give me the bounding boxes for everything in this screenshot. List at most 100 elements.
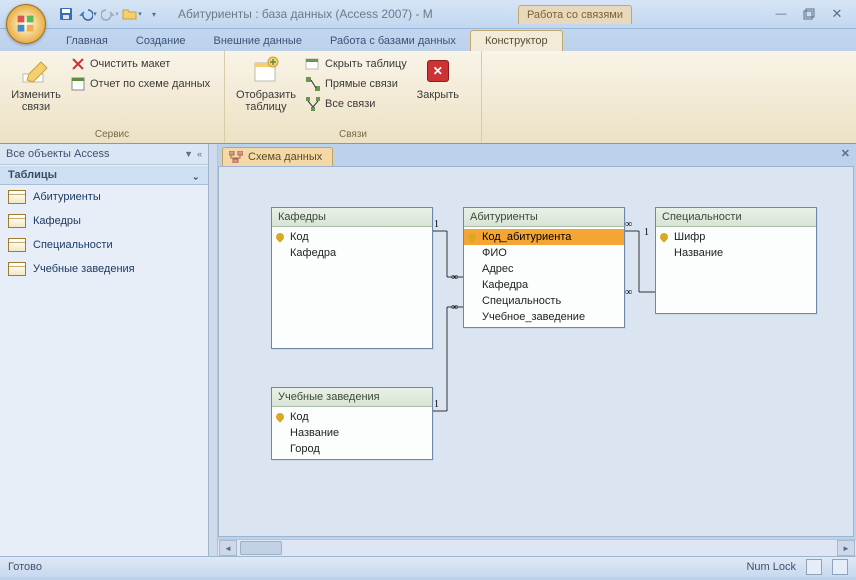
nav-collapse-icon[interactable]: « bbox=[197, 149, 202, 159]
doc-tab-schema[interactable]: Схема данных bbox=[222, 147, 333, 166]
table-icon bbox=[8, 238, 26, 252]
scroll-thumb[interactable] bbox=[240, 541, 282, 555]
report-icon bbox=[70, 76, 86, 92]
open-button[interactable]: ▾ bbox=[122, 4, 142, 24]
minimize-button[interactable]: — bbox=[772, 5, 790, 23]
view-button-1[interactable] bbox=[806, 559, 822, 575]
document-area: Схема данных ✕ 1 ∞ ∞ 1 1 ∞ ∞ Кафедры Код Ка… bbox=[218, 144, 856, 556]
field-fio[interactable]: ФИО bbox=[464, 245, 624, 261]
nav-item-abiturienty[interactable]: Абитуриенты bbox=[0, 185, 208, 209]
ribbon-group-service: Изменить связи Очистить макет Отчет по с… bbox=[0, 51, 225, 143]
table-kafedry[interactable]: Кафедры Код Кафедра bbox=[271, 207, 433, 349]
svg-text:1: 1 bbox=[434, 399, 439, 410]
table-title: Абитуриенты bbox=[464, 208, 624, 227]
tab-create[interactable]: Создание bbox=[122, 31, 200, 51]
clear-icon bbox=[70, 56, 86, 72]
schema-icon bbox=[229, 151, 243, 163]
view-button-2[interactable] bbox=[832, 559, 848, 575]
field-kod-abiturienta[interactable]: Код_абитуриента bbox=[464, 229, 624, 245]
field-specialnost[interactable]: Специальность bbox=[464, 293, 624, 309]
save-button[interactable] bbox=[56, 4, 76, 24]
svg-text:∞: ∞ bbox=[625, 287, 632, 298]
folder-open-icon bbox=[122, 7, 138, 21]
office-button[interactable] bbox=[6, 4, 46, 44]
section-collapse-icon[interactable]: ⌃ bbox=[192, 170, 200, 181]
scroll-left-button[interactable]: ◄ bbox=[219, 540, 237, 556]
field-gorod[interactable]: Город bbox=[272, 441, 432, 457]
direct-links-button[interactable]: Прямые связи bbox=[303, 74, 409, 94]
ribbon: Изменить связи Очистить макет Отчет по с… bbox=[0, 51, 856, 144]
show-table-button[interactable]: Отобразить таблицу bbox=[231, 53, 301, 128]
nav-splitter[interactable] bbox=[209, 144, 218, 556]
field-kafedra[interactable]: Кафедра bbox=[272, 245, 432, 261]
edit-relations-label: Изменить связи bbox=[8, 89, 64, 113]
status-bar: Готово Num Lock bbox=[0, 556, 856, 577]
table-specialnosti[interactable]: Специальности Шифр Название bbox=[655, 207, 817, 314]
ribbon-group-links: Отобразить таблицу Скрыть таблицу Прямые… bbox=[225, 51, 482, 143]
schema-report-button[interactable]: Отчет по схеме данных bbox=[68, 74, 212, 94]
svg-text:∞: ∞ bbox=[625, 219, 632, 230]
horizontal-scrollbar[interactable]: ◄ ► bbox=[218, 539, 856, 556]
nav-item-kafedry[interactable]: Кафедры bbox=[0, 209, 208, 233]
redo-button[interactable]: ▾ bbox=[100, 4, 120, 24]
field-adres[interactable]: Адрес bbox=[464, 261, 624, 277]
quick-access-toolbar: ▾ ▾ ▾ ▾ bbox=[56, 4, 164, 24]
contextual-tab-label: Работа со связями bbox=[518, 5, 632, 24]
undo-icon bbox=[79, 7, 93, 21]
tab-home[interactable]: Главная bbox=[52, 31, 122, 51]
direct-links-icon bbox=[305, 76, 321, 92]
table-icon bbox=[8, 214, 26, 228]
clear-layout-button[interactable]: Очистить макет bbox=[68, 54, 212, 74]
field-uchebnoe[interactable]: Учебное_заведение bbox=[464, 309, 624, 325]
ribbon-tabs: Главная Создание Внешние данные Работа с… bbox=[0, 29, 856, 51]
restore-icon bbox=[803, 8, 815, 20]
window-controls: — ✕ bbox=[772, 5, 846, 23]
svg-text:1: 1 bbox=[434, 219, 439, 230]
field-nazvanie[interactable]: Название bbox=[656, 245, 816, 261]
table-icon bbox=[8, 190, 26, 204]
status-text: Готово bbox=[8, 561, 42, 573]
table-abiturienty[interactable]: Абитуриенты Код_абитуриента ФИО Адрес Ка… bbox=[463, 207, 625, 328]
field-nazvanie[interactable]: Название bbox=[272, 425, 432, 441]
hide-table-button[interactable]: Скрыть таблицу bbox=[303, 54, 409, 74]
svg-text:∞: ∞ bbox=[451, 272, 458, 283]
close-button[interactable]: ✕ bbox=[828, 5, 846, 23]
all-links-icon bbox=[305, 96, 321, 112]
tab-design[interactable]: Конструктор bbox=[470, 30, 563, 51]
svg-text:1: 1 bbox=[644, 227, 649, 238]
relationship-canvas[interactable]: 1 ∞ ∞ 1 1 ∞ ∞ Кафедры Код Кафедра Абитуриен… bbox=[218, 166, 854, 537]
scroll-right-button[interactable]: ► bbox=[837, 540, 855, 556]
svg-text:∞: ∞ bbox=[451, 302, 458, 313]
qat-customize[interactable]: ▾ bbox=[144, 4, 164, 24]
undo-button[interactable]: ▾ bbox=[78, 4, 98, 24]
show-table-icon bbox=[251, 56, 281, 86]
field-kod[interactable]: Код bbox=[272, 229, 432, 245]
edit-relations-button[interactable]: Изменить связи bbox=[6, 53, 66, 128]
office-logo-icon bbox=[16, 14, 36, 34]
nav-section-tables[interactable]: Таблицы ⌃ bbox=[0, 165, 208, 185]
group-label-links: Связи bbox=[231, 128, 475, 141]
table-uchebnye[interactable]: Учебные заведения Код Название Город bbox=[271, 387, 433, 460]
close-x-icon: ✕ bbox=[427, 60, 449, 82]
window-title: Абитуриенты : база данных (Access 2007) … bbox=[178, 7, 518, 21]
field-kod[interactable]: Код bbox=[272, 409, 432, 425]
table-icon bbox=[8, 262, 26, 276]
edit-relations-icon bbox=[21, 56, 51, 86]
all-links-button[interactable]: Все связи bbox=[303, 94, 409, 114]
field-shifr[interactable]: Шифр bbox=[656, 229, 816, 245]
title-bar: ▾ ▾ ▾ ▾ Абитуриенты : база данных (Acces… bbox=[0, 0, 856, 29]
close-schema-button[interactable]: ✕ Закрыть bbox=[411, 53, 465, 128]
nav-filter-icon[interactable]: ▼ bbox=[184, 149, 193, 159]
numlock-indicator: Num Lock bbox=[746, 561, 796, 573]
tab-external[interactable]: Внешние данные bbox=[200, 31, 316, 51]
doc-close-button[interactable]: ✕ bbox=[841, 147, 850, 160]
nav-header[interactable]: Все объекты Access ▼« bbox=[0, 144, 208, 165]
tab-database[interactable]: Работа с базами данных bbox=[316, 31, 470, 51]
document-tabs: Схема данных ✕ bbox=[218, 144, 856, 166]
restore-button[interactable] bbox=[800, 5, 818, 23]
save-icon bbox=[59, 7, 73, 21]
nav-item-uchebnye[interactable]: Учебные заведения bbox=[0, 257, 208, 281]
field-kafedra[interactable]: Кафедра bbox=[464, 277, 624, 293]
redo-icon bbox=[101, 7, 115, 21]
nav-item-specialnosti[interactable]: Специальности bbox=[0, 233, 208, 257]
